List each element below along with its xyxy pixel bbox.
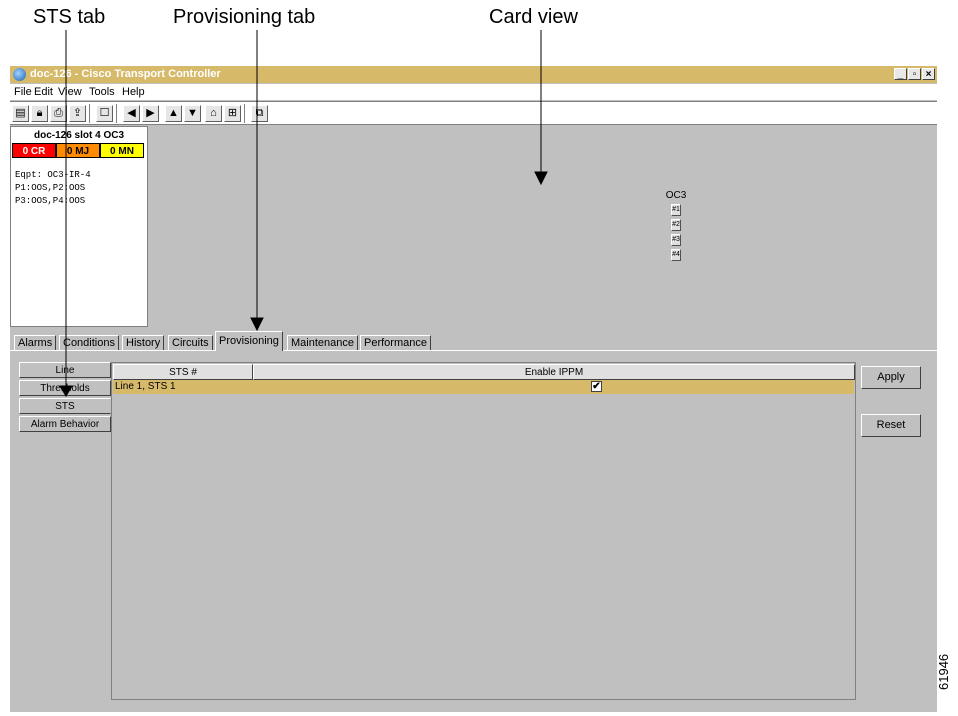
subtab-thresholds[interactable]: Thresholds [19, 380, 111, 396]
provisioning-subtabs: Line Thresholds STS Alarm Behavior [19, 362, 111, 434]
callout-card-view: Card view [489, 6, 578, 28]
home-view-icon[interactable]: ⌂ [205, 105, 222, 122]
tab-provisioning[interactable]: Provisioning [215, 331, 283, 351]
menu-tools[interactable]: Tools [89, 84, 115, 100]
tab-history[interactable]: History [122, 335, 165, 351]
title-bar: doc-126 - Cisco Transport Controller _ ▫… [10, 66, 937, 83]
forward-arrow-icon[interactable]: ▶ [142, 105, 159, 122]
sts-table: STS # Enable IPPM Line 1, STS 1 ✔ [111, 362, 856, 700]
table-row[interactable]: Line 1, STS 1 ✔ [113, 380, 854, 394]
up-arrow-icon[interactable]: ▲ [165, 105, 182, 122]
subtab-alarm-behavior[interactable]: Alarm Behavior [19, 416, 111, 432]
topology-icon[interactable]: ⧉ [251, 105, 268, 122]
window-title: doc-126 - Cisco Transport Controller [30, 68, 221, 80]
sts-cell: Line 1, STS 1 [115, 381, 176, 392]
port-1[interactable]: #1 [671, 204, 681, 216]
apply-button[interactable]: Apply [861, 366, 921, 389]
print-icon[interactable]: ⎙ [50, 105, 67, 122]
open-node-icon[interactable]: ▤ [12, 105, 29, 122]
port-3[interactable]: #3 [671, 234, 681, 246]
header-enable-ippm[interactable]: Enable IPPM [253, 364, 855, 380]
ctc-window: doc-126 - Cisco Transport Controller _ ▫… [10, 66, 937, 712]
maximize-button[interactable]: ▫ [908, 68, 921, 80]
back-arrow-icon[interactable]: ◀ [123, 105, 140, 122]
menu-file[interactable]: File [14, 84, 32, 100]
card-type-label: OC3 [665, 190, 687, 201]
callout-sts-tab: STS tab [33, 6, 106, 28]
lock-icon[interactable]: 🔒︎ [31, 105, 48, 122]
network-view-icon[interactable]: ⊞ [224, 105, 241, 122]
critical-alarm-count: 0 CR [12, 143, 56, 158]
port-status-2: P3:OOS,P4:OOS [15, 196, 86, 206]
major-alarm-count: 0 MJ [56, 143, 100, 158]
subtab-sts[interactable]: STS [19, 398, 111, 414]
port-2[interactable]: #2 [671, 219, 681, 231]
tab-maintenance[interactable]: Maintenance [287, 335, 358, 351]
figure-id: 61946 [936, 653, 951, 690]
menu-help[interactable]: Help [122, 84, 145, 100]
callout-provisioning-tab: Provisioning tab [173, 6, 316, 28]
preferences-icon[interactable]: ☐ [96, 105, 113, 122]
tab-performance[interactable]: Performance [360, 335, 431, 351]
enable-ippm-checkbox[interactable]: ✔ [591, 381, 602, 392]
alarm-summary-panel: doc-126 slot 4 OC3 0 CR 0 MJ 0 MN Eqpt: … [10, 126, 148, 327]
port-status-1: P1:OOS,P2:OOS [15, 183, 86, 193]
card-view-pane: OC3 #1 #2 #3 #4 [149, 126, 937, 327]
down-arrow-icon[interactable]: ▼ [184, 105, 201, 122]
export-icon[interactable]: ⇪ [69, 105, 86, 122]
ctc-app-icon [13, 68, 26, 81]
tab-strip: Alarms Conditions History Circuits Provi… [10, 329, 937, 351]
tab-alarms[interactable]: Alarms [14, 335, 57, 351]
equipment-info: Eqpt: OC3-IR-4 [15, 170, 91, 180]
minor-alarm-count: 0 MN [100, 143, 144, 158]
close-button[interactable]: × [922, 68, 935, 80]
minimize-button[interactable]: _ [894, 68, 907, 80]
toolbar: ▤ 🔒︎ ⎙ ⇪ ☐ ◀ ▶ ▲ ▼ ⌂ ⊞ ⧉ [10, 101, 937, 125]
tab-circuits[interactable]: Circuits [168, 335, 213, 351]
port-4[interactable]: #4 [671, 249, 681, 261]
header-sts-number[interactable]: STS # [113, 364, 253, 380]
reset-button[interactable]: Reset [861, 414, 921, 437]
subtab-line[interactable]: Line [19, 362, 111, 378]
menu-bar: File Edit View Tools Help [10, 84, 937, 100]
menu-view[interactable]: View [58, 84, 82, 100]
menu-edit[interactable]: Edit [34, 84, 53, 100]
tab-conditions[interactable]: Conditions [59, 335, 119, 351]
node-slot-title: doc-126 slot 4 OC3 [33, 130, 125, 141]
oc3-card[interactable]: OC3 #1 #2 #3 #4 [664, 190, 688, 261]
